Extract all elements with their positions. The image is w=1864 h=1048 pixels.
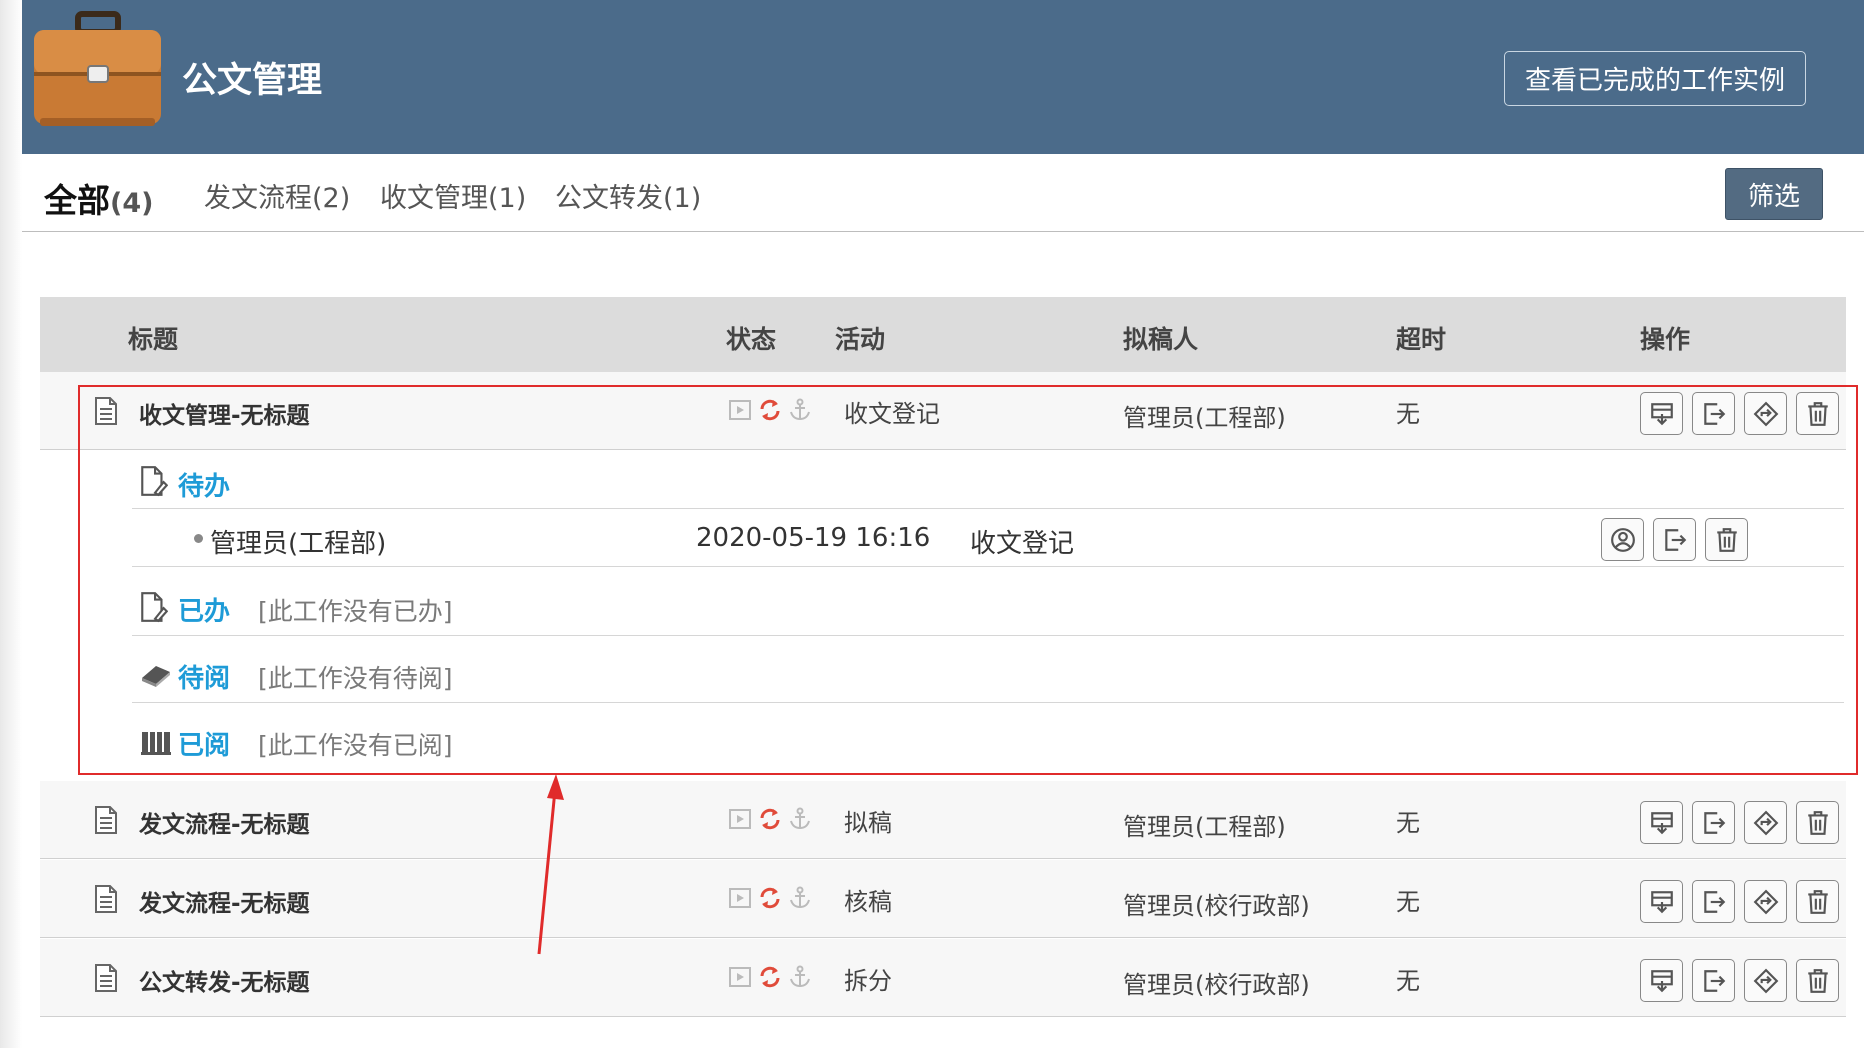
play-icon xyxy=(728,886,752,910)
row-activity: 拆分 xyxy=(844,967,892,995)
col-title: 标题 xyxy=(128,325,179,354)
exit-button[interactable] xyxy=(1692,959,1735,1002)
document-icon xyxy=(94,805,118,835)
row-timeout: 无 xyxy=(1396,967,1420,995)
app-title: 公文管理 xyxy=(182,61,323,101)
tab-dispatch[interactable]: 发文流程(2) xyxy=(204,176,350,215)
col-actions: 操作 xyxy=(1640,325,1691,354)
anchor-icon xyxy=(788,886,812,910)
exit-button[interactable] xyxy=(1692,801,1735,844)
refresh-icon xyxy=(758,886,782,910)
refresh-icon xyxy=(758,965,782,989)
row-activity: 核稿 xyxy=(844,888,892,916)
status-icons xyxy=(728,805,818,835)
annotation-highlight-box xyxy=(78,385,1858,775)
tab-forward[interactable]: 公文转发(1) xyxy=(555,176,701,215)
table-header: 标题 状态 活动 拟稿人 超时 操作 xyxy=(40,297,1846,372)
export-button[interactable] xyxy=(1640,801,1683,844)
trash-icon xyxy=(1805,810,1831,836)
exit-icon xyxy=(1701,968,1727,994)
view-completed-button[interactable]: 查看已完成的工作实例 xyxy=(1504,51,1806,106)
table-row[interactable]: 发文流程-无标题 核稿 管理员(校行政部) 无 xyxy=(40,860,1846,938)
anchor-icon xyxy=(788,807,812,831)
row-timeout: 无 xyxy=(1396,809,1420,837)
tab-bar: 全部(4) 发文流程(2) 收文管理(1) 公文转发(1) 筛选 xyxy=(22,154,1864,232)
briefcase-icon xyxy=(34,11,161,126)
table-row[interactable]: 发文流程-无标题 拟稿 管理员(工程部) 无 xyxy=(40,781,1846,859)
row-title[interactable]: 发文流程-无标题 xyxy=(139,884,310,918)
document-icon xyxy=(94,963,118,993)
document-icon xyxy=(94,884,118,914)
export-icon xyxy=(1649,810,1675,836)
export-icon xyxy=(1649,968,1675,994)
route-icon xyxy=(1753,889,1779,915)
tab-all[interactable]: 全部(4) xyxy=(44,174,153,222)
export-icon xyxy=(1649,889,1675,915)
anchor-icon xyxy=(788,965,812,989)
delete-button[interactable] xyxy=(1796,959,1839,1002)
row-actions xyxy=(1640,959,1839,1002)
exit-button[interactable] xyxy=(1692,880,1735,923)
play-icon xyxy=(728,807,752,831)
route-icon xyxy=(1753,968,1779,994)
row-activity: 拟稿 xyxy=(844,809,892,837)
row-actions xyxy=(1640,801,1839,844)
row-title[interactable]: 发文流程-无标题 xyxy=(139,805,310,839)
trash-icon xyxy=(1805,968,1831,994)
col-status: 状态 xyxy=(726,325,777,354)
col-activity: 活动 xyxy=(835,325,886,354)
row-drafter: 管理员(校行政部) xyxy=(1123,892,1310,920)
tab-receive[interactable]: 收文管理(1) xyxy=(380,176,526,215)
annotation-arrow-icon xyxy=(537,774,564,955)
exit-icon xyxy=(1701,889,1727,915)
tab-all-count: (4) xyxy=(110,188,154,219)
status-icons xyxy=(728,963,818,993)
delete-button[interactable] xyxy=(1796,880,1839,923)
route-button[interactable] xyxy=(1744,959,1787,1002)
row-drafter: 管理员(工程部) xyxy=(1123,813,1286,841)
col-drafter: 拟稿人 xyxy=(1123,325,1199,354)
play-icon xyxy=(728,965,752,989)
route-icon xyxy=(1753,810,1779,836)
export-button[interactable] xyxy=(1640,959,1683,1002)
refresh-icon xyxy=(758,807,782,831)
route-button[interactable] xyxy=(1744,880,1787,923)
table-row[interactable]: 公文转发-无标题 拆分 管理员(校行政部) 无 xyxy=(40,939,1846,1017)
row-drafter: 管理员(校行政部) xyxy=(1123,971,1310,999)
row-actions xyxy=(1640,880,1839,923)
col-timeout: 超时 xyxy=(1396,325,1447,354)
left-edge-shadow xyxy=(0,0,22,1048)
tab-all-label: 全部 xyxy=(44,181,110,220)
trash-icon xyxy=(1805,889,1831,915)
status-icons xyxy=(728,884,818,914)
app-header: 公文管理 查看已完成的工作实例 xyxy=(22,0,1864,154)
row-timeout: 无 xyxy=(1396,888,1420,916)
filter-button[interactable]: 筛选 xyxy=(1725,168,1823,220)
exit-icon xyxy=(1701,810,1727,836)
route-button[interactable] xyxy=(1744,801,1787,844)
row-title[interactable]: 公文转发-无标题 xyxy=(139,963,310,997)
delete-button[interactable] xyxy=(1796,801,1839,844)
export-button[interactable] xyxy=(1640,880,1683,923)
